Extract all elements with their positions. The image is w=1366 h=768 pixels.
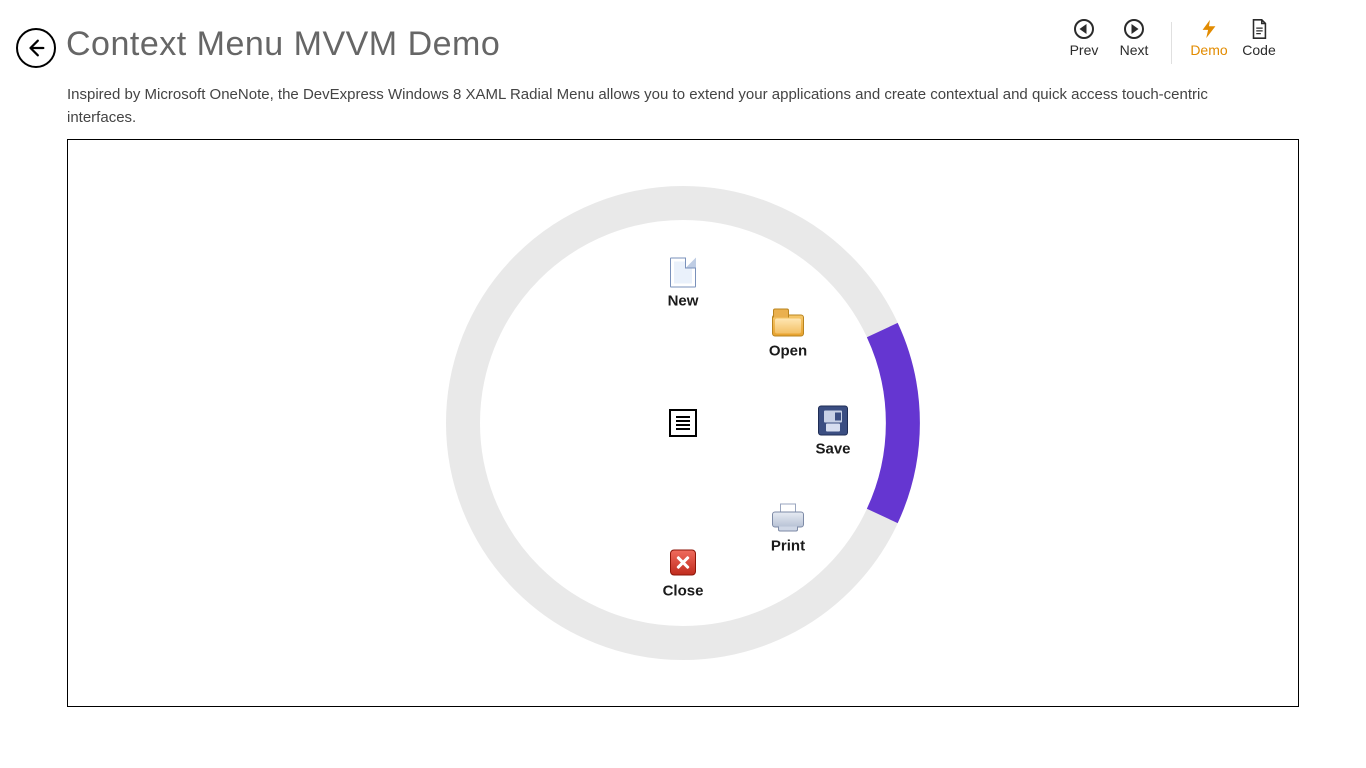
next-button[interactable]: Next xyxy=(1115,18,1153,58)
code-label: Code xyxy=(1242,42,1275,58)
demo-tab[interactable]: Demo xyxy=(1190,18,1228,58)
folder-open-icon xyxy=(772,307,804,339)
header-actions: Prev Next Demo Code xyxy=(1065,18,1350,64)
arrow-left-icon xyxy=(25,37,47,59)
back-button[interactable] xyxy=(16,28,56,68)
floppy-save-icon xyxy=(817,405,849,437)
radial-item-open[interactable]: Open xyxy=(748,307,828,360)
chevron-right-icon xyxy=(1124,19,1144,39)
radial-center-button[interactable] xyxy=(669,409,697,437)
document-icon xyxy=(1248,18,1270,40)
separator xyxy=(1171,22,1172,64)
next-label: Next xyxy=(1120,42,1149,58)
radial-item-label: New xyxy=(668,293,699,310)
lightning-icon xyxy=(1198,18,1220,40)
demo-stage: New Open Save Print Close xyxy=(67,139,1299,707)
radial-item-print[interactable]: Print xyxy=(748,502,828,555)
description-text: Inspired by Microsoft OneNote, the DevEx… xyxy=(0,68,1366,135)
printer-icon xyxy=(772,502,804,534)
radial-item-new[interactable]: New xyxy=(643,257,723,310)
radial-highlight-arc xyxy=(882,330,903,516)
page-title: Context Menu MVVM Demo xyxy=(66,26,500,63)
close-icon xyxy=(667,547,699,579)
code-tab[interactable]: Code xyxy=(1240,18,1278,58)
radial-menu: New Open Save Print Close xyxy=(443,183,923,663)
radial-item-close[interactable]: Close xyxy=(643,547,723,600)
demo-label: Demo xyxy=(1190,42,1227,58)
radial-item-label: Close xyxy=(663,583,704,600)
radial-item-label: Save xyxy=(815,441,850,458)
document-lines-icon xyxy=(676,416,690,430)
radial-item-label: Print xyxy=(771,538,805,555)
radial-item-label: Open xyxy=(769,343,807,360)
chevron-left-icon xyxy=(1074,19,1094,39)
file-new-icon xyxy=(667,257,699,289)
prev-label: Prev xyxy=(1070,42,1099,58)
prev-button[interactable]: Prev xyxy=(1065,18,1103,58)
radial-item-save[interactable]: Save xyxy=(793,405,873,458)
